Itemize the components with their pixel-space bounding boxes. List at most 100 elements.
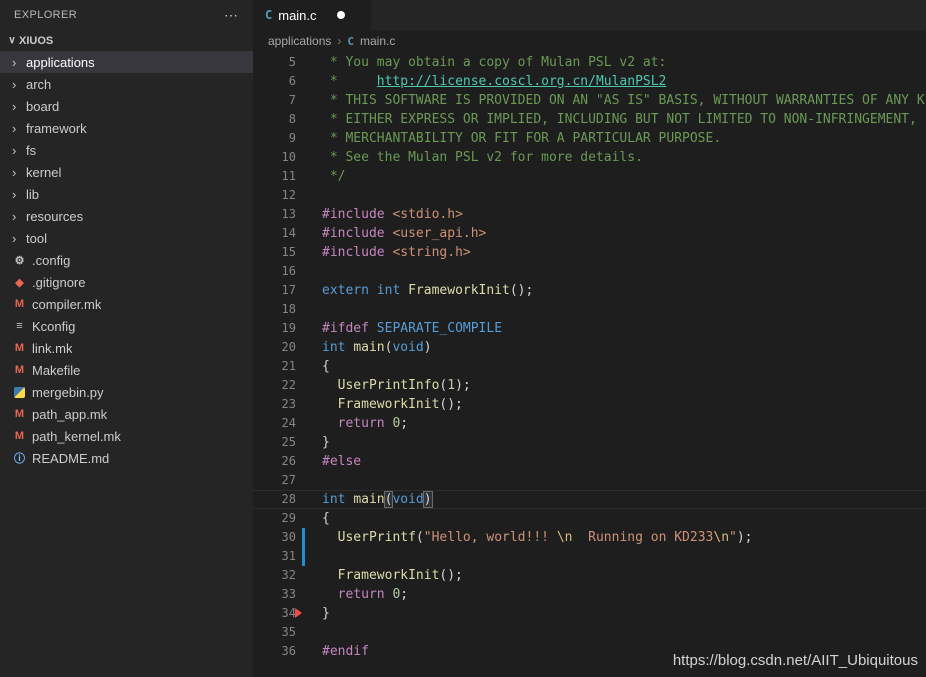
code-line[interactable]: 8 * EITHER EXPRESS OR IMPLIED, INCLUDING… bbox=[253, 110, 926, 129]
sidebar-file-compiler.mk[interactable]: Mcompiler.mk bbox=[0, 293, 253, 315]
code-line[interactable]: 14 #include <user_api.h> bbox=[253, 224, 926, 243]
code-line[interactable]: 25} bbox=[253, 433, 926, 452]
code-line[interactable]: 35 bbox=[253, 623, 926, 642]
sidebar-folder-lib[interactable]: › lib bbox=[0, 183, 253, 205]
sidebar-folder-kernel[interactable]: › kernel bbox=[0, 161, 253, 183]
code-line[interactable]: 30 UserPrintf("Hello, world!!! \n Runnin… bbox=[253, 528, 926, 547]
code-line[interactable]: 36 #endif bbox=[253, 642, 926, 661]
code-line[interactable]: 16 bbox=[253, 262, 926, 281]
line-number: 5 bbox=[288, 55, 296, 69]
line-number: 29 bbox=[281, 511, 296, 525]
gutter-spacer bbox=[302, 395, 312, 414]
sidebar-folder-resources[interactable]: › resources bbox=[0, 205, 253, 227]
code-text: FrameworkInit(); bbox=[337, 397, 463, 412]
file-label: Kconfig bbox=[32, 318, 76, 334]
sidebar-folder-arch[interactable]: › arch bbox=[0, 73, 253, 95]
code-line[interactable]: 15 #include <string.h> bbox=[253, 243, 926, 262]
sidebar-file-link.mk[interactable]: Mlink.mk bbox=[0, 337, 253, 359]
code-line[interactable]: 24 return 0; bbox=[253, 414, 926, 433]
gutter-spacer bbox=[302, 471, 312, 490]
breadcrumb-folder[interactable]: applications bbox=[268, 34, 331, 48]
line-number: 33 bbox=[281, 587, 296, 601]
sidebar-file-path_kernel.mk[interactable]: Mpath_kernel.mk bbox=[0, 425, 253, 447]
code-line[interactable]: 6 * http://license.coscl.org.cn/MulanPSL… bbox=[253, 72, 926, 91]
code-line[interactable]: 22 UserPrintInfo(1); bbox=[253, 376, 926, 395]
code-line[interactable]: 11 */ bbox=[253, 167, 926, 186]
line-number: 28 bbox=[281, 492, 296, 506]
sidebar-folder-fs[interactable]: › fs bbox=[0, 139, 253, 161]
code-line[interactable]: 13 #include <stdio.h> bbox=[253, 205, 926, 224]
code-line[interactable]: 23 FrameworkInit(); bbox=[253, 395, 926, 414]
code-line[interactable]: 19 #ifdef SEPARATE_COMPILE bbox=[253, 319, 926, 338]
code-line[interactable]: 9 * MERCHANTABILITY OR FIT FOR A PARTICU… bbox=[253, 129, 926, 148]
chevron-right-icon: › bbox=[12, 186, 17, 202]
folder-label: board bbox=[26, 98, 60, 114]
sidebar-file-.config[interactable]: ⚙ .config bbox=[0, 249, 253, 271]
code-line[interactable]: 32 FrameworkInit(); bbox=[253, 566, 926, 585]
sidebar-folder-applications[interactable]: › applications bbox=[0, 51, 253, 73]
git-icon: ◆ bbox=[15, 276, 24, 289]
gutter-spacer bbox=[302, 167, 312, 186]
gear-icon: ⚙ bbox=[14, 254, 25, 267]
workspace-header[interactable]: ∨ XIUOS bbox=[0, 30, 253, 51]
more-actions-icon[interactable]: ⋯ bbox=[224, 7, 239, 24]
code-text: * EITHER EXPRESS OR IMPLIED, INCLUDING B… bbox=[322, 112, 917, 127]
line-number: 12 bbox=[281, 188, 296, 202]
gutter-spacer bbox=[302, 129, 312, 148]
line-number: 34 bbox=[281, 606, 296, 620]
code-line[interactable]: 20 int main(void) bbox=[253, 338, 926, 357]
code-line[interactable]: 31 bbox=[253, 547, 926, 566]
gutter-spacer bbox=[302, 205, 312, 224]
sidebar-file-.gitignore[interactable]: ◆ .gitignore bbox=[0, 271, 253, 293]
breadcrumb-file[interactable]: main.c bbox=[360, 34, 395, 48]
code-line[interactable]: 17 extern int FrameworkInit(); bbox=[253, 281, 926, 300]
file-label: path_app.mk bbox=[32, 406, 108, 422]
code-line[interactable]: 33 return 0; bbox=[253, 585, 926, 604]
line-number: 30 bbox=[281, 530, 296, 544]
code-line[interactable]: 21 { bbox=[253, 357, 926, 376]
sidebar-file-path_app.mk[interactable]: Mpath_app.mk bbox=[0, 403, 253, 425]
code-line[interactable]: 12 bbox=[253, 186, 926, 205]
code-line[interactable]: 29 { bbox=[253, 509, 926, 528]
code-line[interactable]: 27 bbox=[253, 471, 926, 490]
code-editor[interactable]: 5 * You may obtain a copy of Mulan PSL v… bbox=[253, 52, 926, 677]
code-line[interactable]: 18 bbox=[253, 300, 926, 319]
code-line[interactable]: 28 int main(void) bbox=[253, 490, 926, 509]
sidebar-file-README.md[interactable]: ⓘ README.md bbox=[0, 447, 253, 469]
sidebar-folder-board[interactable]: › board bbox=[0, 95, 253, 117]
breadcrumb: applications › C main.c bbox=[253, 30, 926, 52]
chevron-right-icon: › bbox=[12, 120, 17, 136]
code-text: #else bbox=[322, 454, 362, 469]
code-line[interactable]: 7 * THIS SOFTWARE IS PROVIDED ON AN "AS … bbox=[253, 91, 926, 110]
code-text: */ bbox=[322, 169, 346, 184]
config-icon: ≡ bbox=[16, 320, 23, 332]
sidebar-file-Kconfig[interactable]: ≡ Kconfig bbox=[0, 315, 253, 337]
chevron-right-icon: › bbox=[12, 142, 17, 158]
code-line[interactable]: 5 * You may obtain a copy of Mulan PSL v… bbox=[253, 53, 926, 72]
chevron-right-icon: › bbox=[12, 76, 17, 92]
modified-gutter-indicator bbox=[302, 547, 312, 566]
code-line[interactable]: 34} bbox=[253, 604, 926, 623]
code-text: return 0; bbox=[337, 587, 409, 602]
line-number: 32 bbox=[281, 568, 296, 582]
gutter-spacer bbox=[302, 53, 312, 72]
tab-main-c[interactable]: C main.c bbox=[253, 0, 371, 30]
gutter-spacer bbox=[302, 148, 312, 167]
sidebar-folder-framework[interactable]: › framework bbox=[0, 117, 253, 139]
makefile-icon: M bbox=[14, 298, 25, 310]
line-number: 21 bbox=[281, 359, 296, 373]
code-line[interactable]: 10 * See the Mulan PSL v2 for more detai… bbox=[253, 148, 926, 167]
line-number: 25 bbox=[281, 435, 296, 449]
chevron-right-icon: › bbox=[12, 164, 17, 180]
gutter-spacer bbox=[302, 490, 312, 509]
folder-label: resources bbox=[26, 208, 84, 224]
sidebar-file-mergebin.py[interactable]: mergebin.py bbox=[0, 381, 253, 403]
sidebar-file-Makefile[interactable]: M Makefile bbox=[0, 359, 253, 381]
line-number: 19 bbox=[281, 321, 296, 335]
sidebar-folder-tool[interactable]: › tool bbox=[0, 227, 253, 249]
line-number: 6 bbox=[288, 74, 296, 88]
unsaved-changes-dot-icon[interactable] bbox=[336, 11, 345, 19]
line-number: 31 bbox=[281, 549, 296, 563]
code-text: * THIS SOFTWARE IS PROVIDED ON AN "AS IS… bbox=[322, 93, 926, 108]
code-line[interactable]: 26 #else bbox=[253, 452, 926, 471]
